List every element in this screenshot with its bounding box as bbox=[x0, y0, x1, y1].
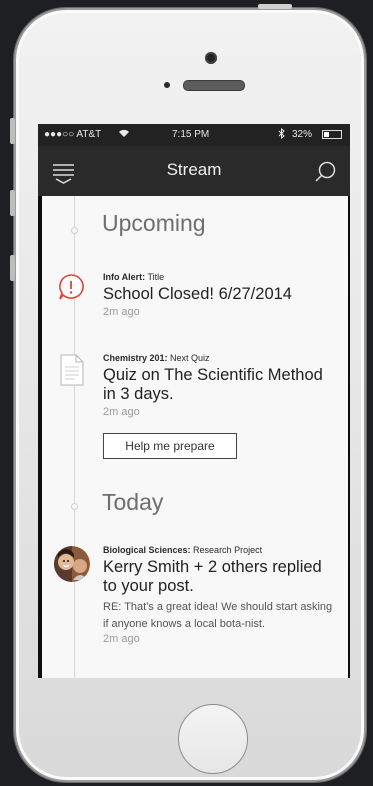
volume-up-button[interactable] bbox=[10, 190, 15, 216]
page-title: Stream bbox=[166, 160, 222, 179]
status-bar: ●●●○○ AT&T 7:15 PM 32% bbox=[38, 124, 350, 146]
item-time-ago: 2m ago bbox=[103, 406, 140, 418]
document-icon bbox=[60, 354, 84, 386]
section-title-today: Today bbox=[102, 489, 164, 515]
item-body: RE: That's a great idea! We should start… bbox=[103, 601, 333, 630]
item-category: Info Alert: bbox=[103, 272, 146, 282]
battery-percent: 32% bbox=[292, 129, 313, 140]
item-time-ago: 2m ago bbox=[103, 306, 140, 318]
mute-switch[interactable] bbox=[10, 118, 15, 144]
item-meta: Biological Sciences: Research Project bbox=[103, 545, 339, 555]
item-category: Chemistry 201: bbox=[103, 353, 168, 363]
alert-icon bbox=[56, 272, 88, 302]
item-time-ago: 2m ago bbox=[103, 633, 140, 645]
wifi-icon bbox=[118, 128, 130, 141]
item-headline: Kerry Smith + 2 others replied to your p… bbox=[103, 558, 322, 595]
item-subtitle: Next Quiz bbox=[170, 353, 210, 363]
help-me-prepare-button[interactable]: Help me prepare bbox=[103, 433, 237, 459]
item-headline: School Closed! 6/27/2014 bbox=[103, 285, 292, 303]
item-headline: Quiz on The Scientific Method in 3 days. bbox=[103, 366, 323, 403]
clock-time: 7:15 PM bbox=[172, 129, 210, 140]
section-dot bbox=[71, 227, 78, 234]
section-title-upcoming: Upcoming bbox=[102, 210, 206, 236]
camera-lens bbox=[205, 52, 217, 64]
battery-fill bbox=[324, 132, 329, 137]
nav-bar: Stream bbox=[38, 146, 350, 196]
power-button[interactable] bbox=[258, 4, 292, 9]
item-meta: Chemistry 201: Next Quiz bbox=[103, 353, 339, 363]
section-dot bbox=[71, 503, 78, 510]
stream-feed[interactable]: Upcoming Info Alert: Title School Closed… bbox=[42, 196, 348, 678]
carrier-label: ●●●○○ AT&T bbox=[44, 129, 102, 140]
stream-item-info-alert[interactable]: Info Alert: Title School Closed! 6/27/20… bbox=[103, 272, 339, 318]
item-subtitle: Research Project bbox=[193, 545, 263, 555]
item-subtitle: Title bbox=[147, 272, 165, 282]
item-category: Biological Sciences: bbox=[103, 545, 191, 555]
item-meta: Info Alert: Title bbox=[103, 272, 339, 282]
timeline-line bbox=[74, 196, 75, 678]
bluetooth-icon bbox=[278, 127, 285, 142]
avatar[interactable] bbox=[54, 546, 90, 582]
home-button[interactable] bbox=[178, 704, 248, 774]
stream-item-quiz[interactable]: Chemistry 201: Next Quiz Quiz on The Sci… bbox=[103, 353, 339, 418]
volume-down-button[interactable] bbox=[10, 255, 15, 281]
stream-item-reply[interactable]: Biological Sciences: Research Project Ke… bbox=[103, 545, 339, 645]
phone-screen: ●●●○○ AT&T 7:15 PM 32% Stream Upcoming I… bbox=[38, 124, 350, 678]
earpiece-speaker bbox=[183, 80, 245, 91]
proximity-sensor bbox=[164, 82, 170, 88]
battery-icon bbox=[322, 130, 342, 139]
search-icon[interactable] bbox=[314, 160, 338, 184]
